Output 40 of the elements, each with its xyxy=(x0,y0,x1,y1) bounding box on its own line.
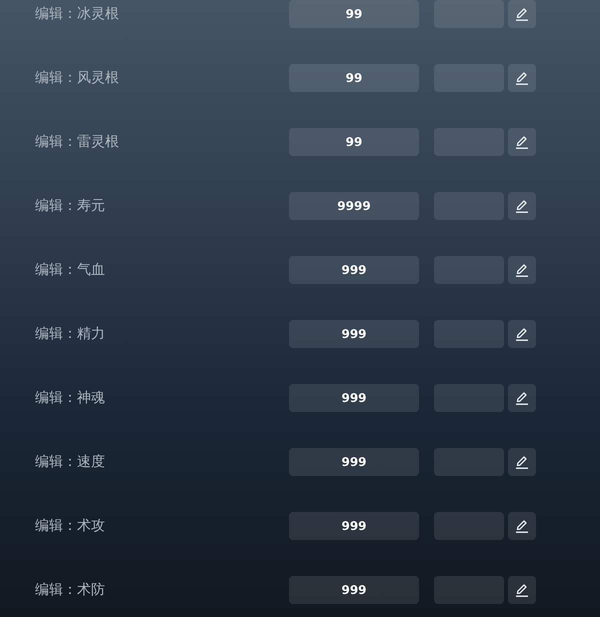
value-field[interactable]: 99 xyxy=(289,0,419,28)
pencil-icon xyxy=(515,71,529,85)
field-label: 编辑：神魂 xyxy=(35,389,106,407)
value-field[interactable]: 999 xyxy=(289,384,419,412)
field-label: 编辑：术防 xyxy=(35,581,106,599)
value-field[interactable]: 99 xyxy=(289,64,419,92)
edit-button[interactable] xyxy=(508,64,536,92)
pencil-icon xyxy=(515,135,529,149)
edit-button[interactable] xyxy=(508,512,536,540)
edit-button[interactable] xyxy=(508,576,536,604)
edit-button[interactable] xyxy=(508,256,536,284)
pencil-icon xyxy=(515,519,529,533)
value-field[interactable]: 9999 xyxy=(289,192,419,220)
field-label: 编辑：风灵根 xyxy=(35,69,120,87)
pencil-icon xyxy=(515,391,529,405)
pencil-icon xyxy=(515,199,529,213)
edit-button[interactable] xyxy=(508,320,536,348)
field-label: 编辑：雷灵根 xyxy=(35,133,120,151)
field-label: 编辑：术攻 xyxy=(35,517,106,535)
value-field[interactable]: 999 xyxy=(289,512,419,540)
value-field[interactable]: 99 xyxy=(289,128,419,156)
pencil-icon xyxy=(515,263,529,277)
field-label: 编辑：速度 xyxy=(35,453,106,471)
value-field[interactable]: 999 xyxy=(289,448,419,476)
pencil-icon xyxy=(515,7,529,21)
pencil-icon xyxy=(515,327,529,341)
edit-button[interactable] xyxy=(508,0,536,28)
value-field[interactable]: 999 xyxy=(289,256,419,284)
field-label: 编辑：精力 xyxy=(35,325,106,343)
edit-button[interactable] xyxy=(508,128,536,156)
value-field[interactable]: 999 xyxy=(289,320,419,348)
field-label: 编辑：冰灵根 xyxy=(35,5,120,23)
field-label: 编辑：寿元 xyxy=(35,197,106,215)
edit-button[interactable] xyxy=(508,448,536,476)
edit-button[interactable] xyxy=(508,384,536,412)
edit-button[interactable] xyxy=(508,192,536,220)
pencil-icon xyxy=(515,455,529,469)
field-label: 编辑：气血 xyxy=(35,261,106,279)
pencil-icon xyxy=(515,583,529,597)
value-field[interactable]: 999 xyxy=(289,576,419,604)
